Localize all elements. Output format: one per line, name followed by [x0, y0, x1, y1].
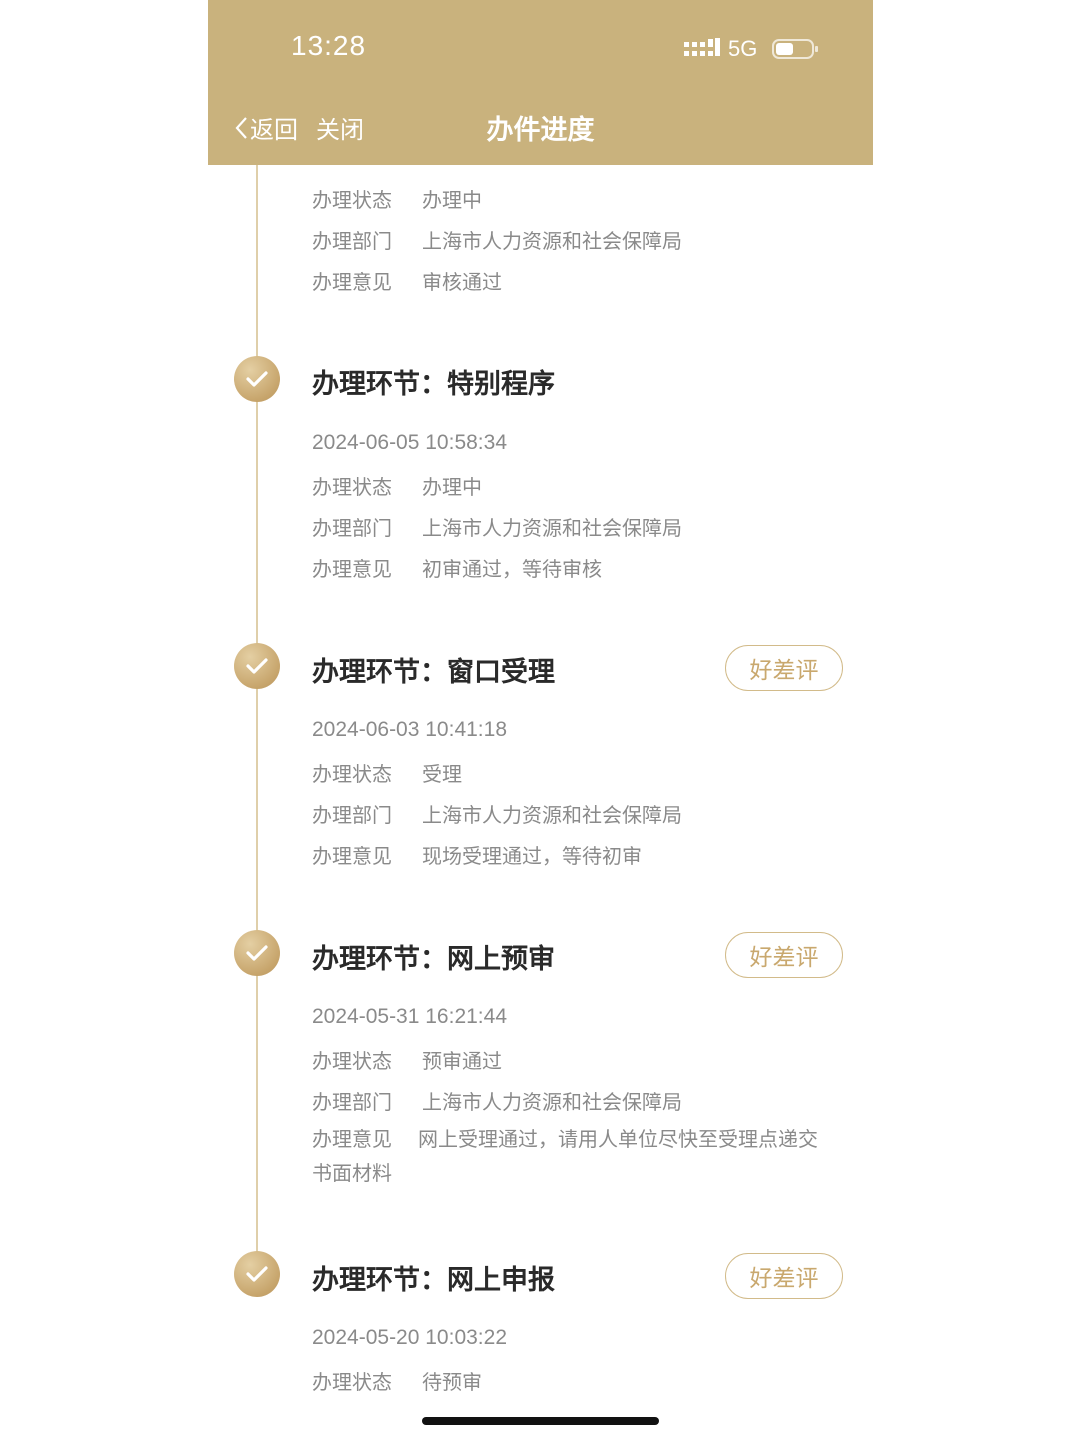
- network-label: 5G: [728, 36, 758, 61]
- detail-row: 办理意见 现场受理通过，等待初审: [312, 844, 642, 868]
- step-title: 办理环节：网上申报: [312, 1265, 555, 1296]
- detail-row: 办理状态 办理中: [312, 475, 482, 499]
- detail-row: 办理意见 审核通过: [312, 270, 502, 294]
- step-timestamp: 2024-05-20 10:03:22: [312, 1326, 507, 1349]
- detail-row: 办理部门 上海市人力资源和社会保障局: [312, 229, 682, 253]
- battery-icon: [772, 39, 818, 59]
- step-check-icon: [234, 643, 280, 689]
- detail-row: 办理意见 网上受理通过，请用人单位尽快至受理点递交书面材料: [312, 1127, 818, 1185]
- detail-row: 办理状态 办理中: [312, 188, 482, 212]
- phone-screen: 13:28 5G 返回 关闭 办件进度 办理状态 办理中 办理部门 上海市人力资…: [208, 0, 873, 1440]
- signal-icon: [684, 38, 720, 56]
- detail-row: 办理部门 上海市人力资源和社会保障局: [312, 516, 682, 540]
- page-title: 办件进度: [486, 115, 595, 146]
- step-timestamp: 2024-05-31 16:21:44: [312, 1005, 507, 1028]
- header-bar: 13:28 5G 返回 关闭 办件进度: [208, 0, 873, 165]
- step-check-icon: [234, 356, 280, 402]
- rate-button[interactable]: 好差评: [725, 932, 843, 978]
- checkmark-icon: [246, 658, 268, 674]
- checkmark-icon: [246, 371, 268, 387]
- step-check-icon: [234, 930, 280, 976]
- status-time: 13:28: [291, 30, 367, 61]
- detail-row: 办理意见 初审通过，等待审核: [312, 557, 602, 581]
- checkmark-icon: [246, 945, 268, 961]
- detail-row: 办理部门 上海市人力资源和社会保障局: [312, 803, 682, 827]
- checkmark-icon: [246, 1266, 268, 1282]
- detail-row: 办理部门 上海市人力资源和社会保障局: [312, 1090, 682, 1114]
- home-indicator[interactable]: [422, 1417, 659, 1425]
- timeline-line: [256, 165, 258, 1285]
- rate-button[interactable]: 好差评: [725, 1253, 843, 1299]
- step-timestamp: 2024-06-05 10:58:34: [312, 431, 507, 454]
- rate-button[interactable]: 好差评: [725, 645, 843, 691]
- step-title: 办理环节：网上预审: [312, 944, 555, 975]
- detail-row: 办理状态 预审通过: [312, 1049, 502, 1073]
- detail-row: 办理状态 受理: [312, 762, 462, 786]
- step-timestamp: 2024-06-03 10:41:18: [312, 718, 507, 741]
- step-check-icon: [234, 1251, 280, 1297]
- step-title: 办理环节：窗口受理: [312, 657, 555, 688]
- detail-row: 办理状态 待预审: [312, 1370, 482, 1394]
- step-title: 办理环节：特别程序: [312, 369, 555, 400]
